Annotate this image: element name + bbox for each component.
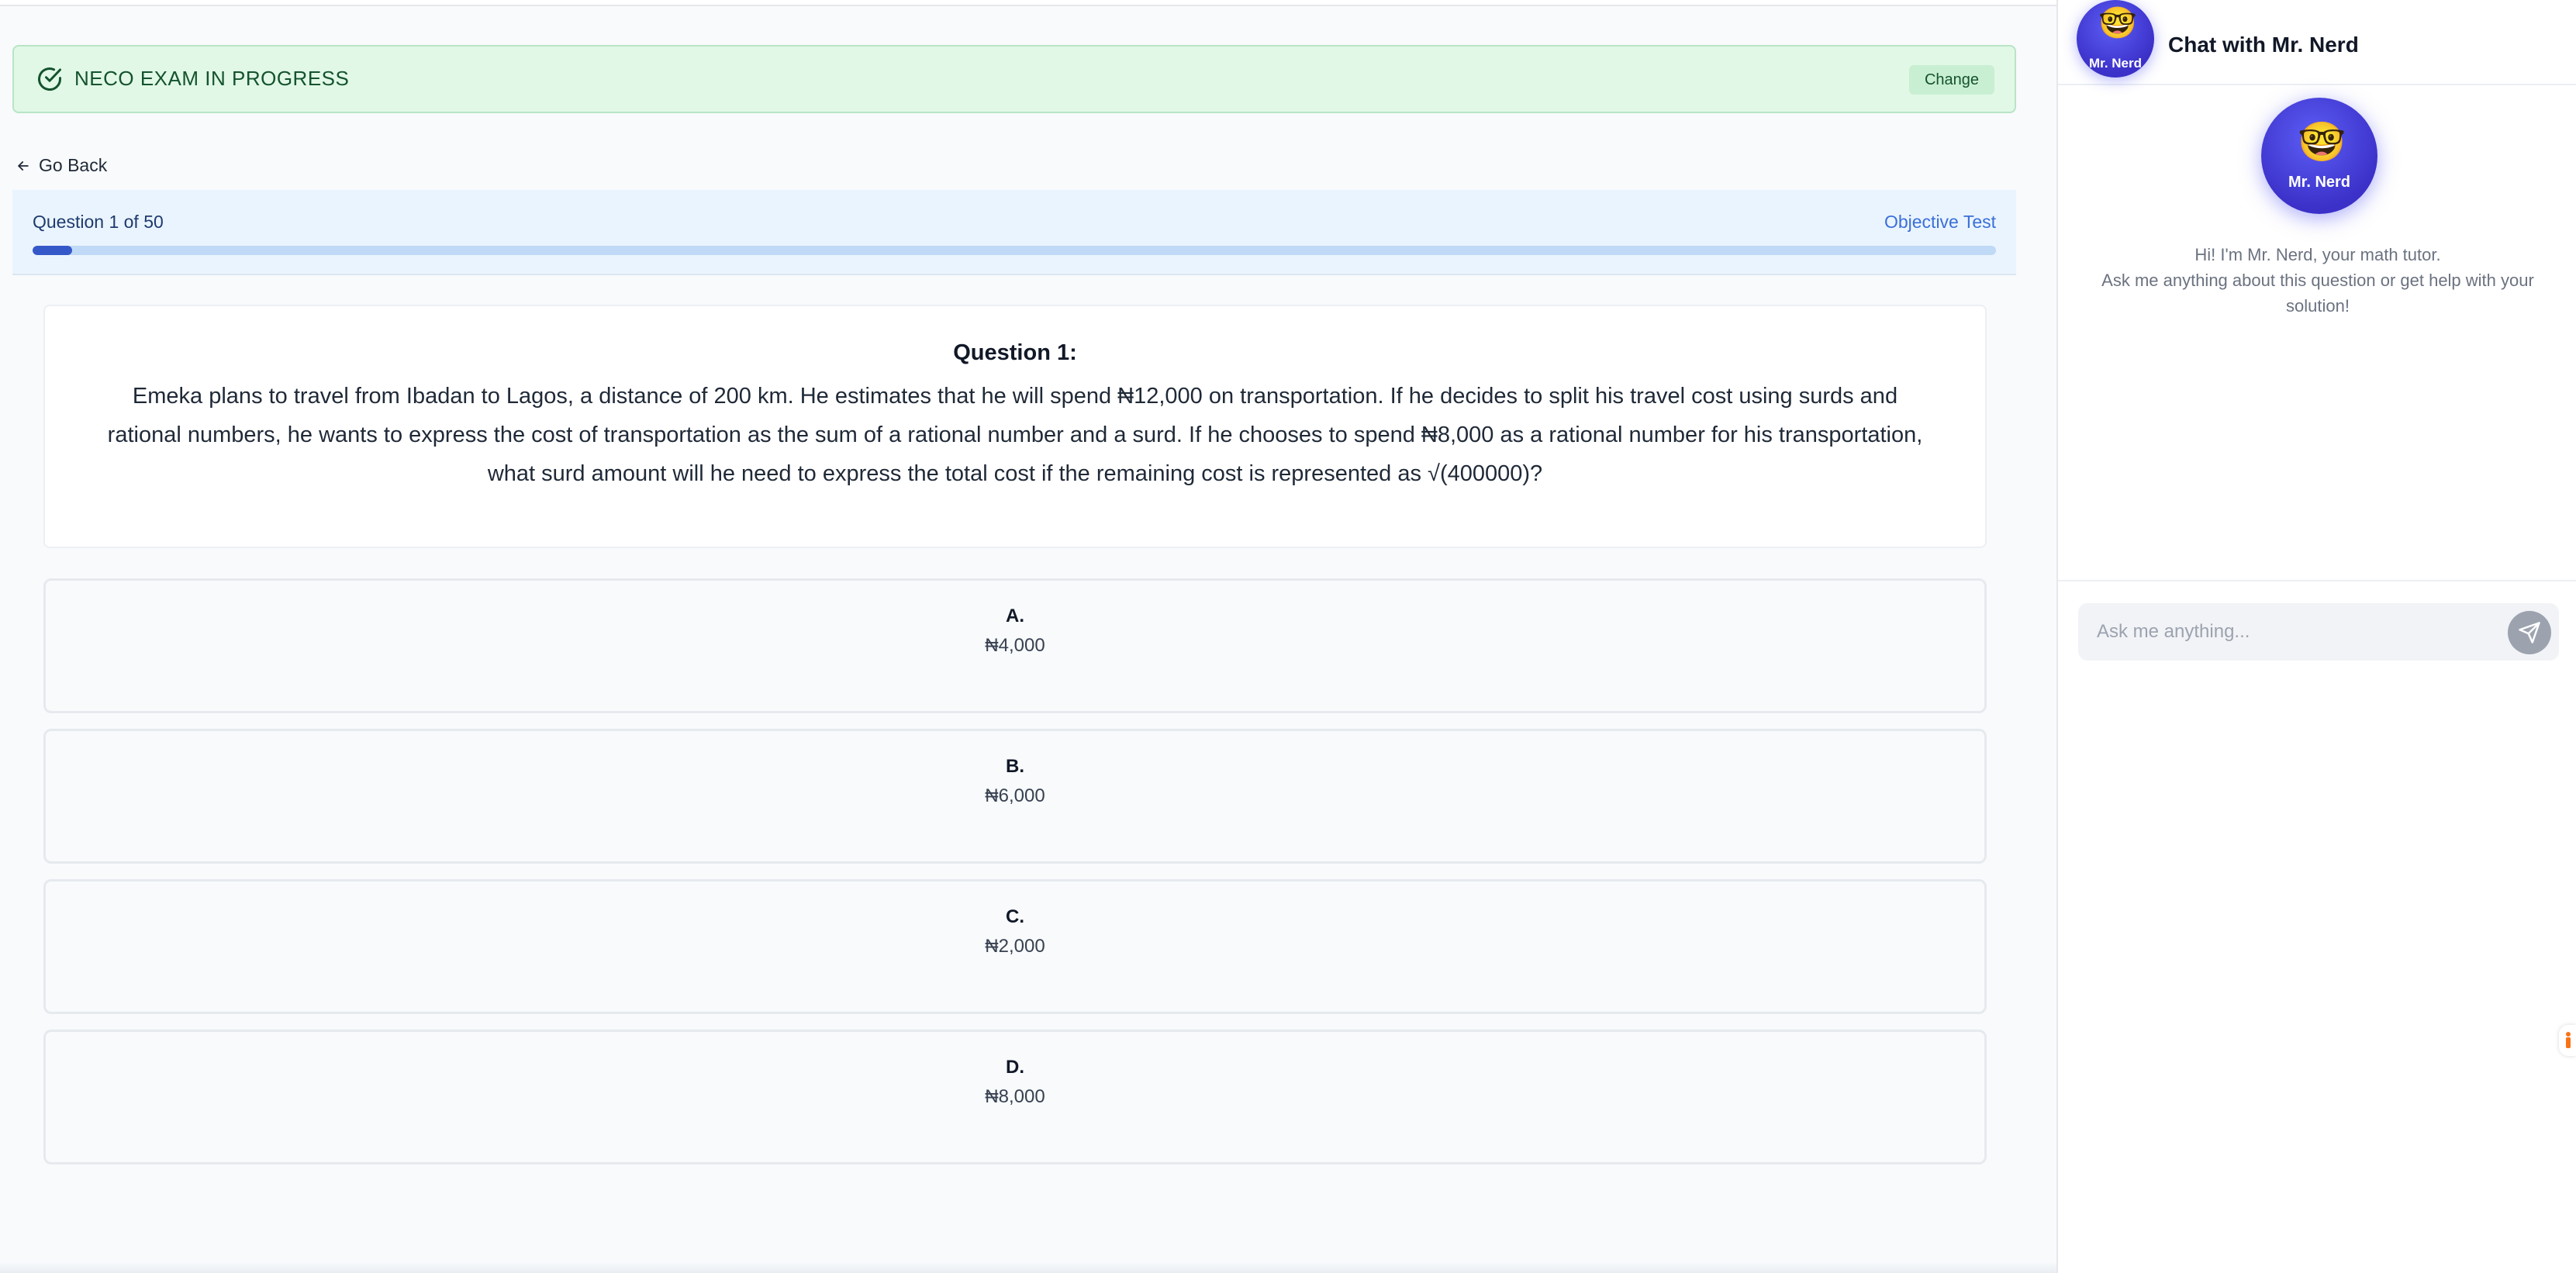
chat-header: 🤓 Mr. Nerd Chat with Mr. Nerd [2058,0,2576,85]
option-a[interactable]: A. ₦4,000 [43,578,1987,713]
tutor-avatar-small: 🤓 Mr. Nerd [2077,0,2154,78]
chat-panel: 🤓 Mr. Nerd Chat with Mr. Nerd 🤓 Mr. Nerd… [2056,0,2576,1273]
question-card: Question 1: Emeka plans to travel from I… [43,305,1987,548]
intro-line: Ask me anything about this question or g… [2101,271,2534,316]
option-value: ₦6,000 [985,785,1045,806]
option-value: ₦2,000 [985,936,1045,957]
arrow-left-icon [18,160,29,171]
go-back-link[interactable]: Go Back [16,155,107,176]
option-letter: C. [1006,906,1024,927]
exam-main-panel: NECO EXAM IN PROGRESS Change Go Back Que… [0,0,2056,1273]
option-letter: A. [1006,605,1024,626]
accessibility-widget[interactable] [2559,1025,2576,1056]
option-letter: B. [1006,756,1024,777]
option-letter: D. [1006,1057,1024,1078]
nerd-face-icon: 🤓 [2298,120,2346,164]
accessibility-icon [2566,1032,2571,1048]
progress-bar [33,246,1996,255]
option-d[interactable]: D. ₦8,000 [43,1030,1987,1164]
progress-bar-fill [33,246,72,255]
send-button[interactable] [2508,611,2551,654]
option-value: ₦4,000 [985,635,1045,656]
chat-title: Chat with Mr. Nerd [2168,33,2359,57]
tutor-avatar-large: 🤓 Mr. Nerd [2261,98,2377,214]
avatar-name: Mr. Nerd [2288,174,2351,191]
intro-line: Hi! I'm Mr. Nerd, your math tutor. [2194,245,2441,264]
send-icon [2519,622,2540,643]
exam-status-banner: NECO EXAM IN PROGRESS Change [12,45,2016,113]
change-exam-button[interactable]: Change [1908,65,1994,95]
exam-status-text: NECO EXAM IN PROGRESS [74,67,350,90]
test-type-label: Objective Test [1884,212,1996,232]
option-value: ₦8,000 [985,1086,1045,1107]
nerd-face-icon: 🤓 [2098,6,2137,40]
check-circle-icon [38,67,61,91]
chat-divider [2058,580,2576,581]
question-progress: Question 1 of 50 Objective Test [12,190,2016,275]
chat-input[interactable] [2078,603,2481,661]
option-b[interactable]: B. ₦6,000 [43,729,1987,864]
question-counter: Question 1 of 50 [33,212,164,232]
avatar-name: Mr. Nerd [2088,56,2143,71]
go-back-label: Go Back [39,155,108,175]
tutor-intro: Hi! I'm Mr. Nerd, your math tutor. Ask m… [2074,242,2562,319]
question-title: Question 1: [953,340,1077,365]
chat-composer [2078,603,2559,661]
option-c[interactable]: C. ₦2,000 [43,879,1987,1014]
question-text: Emeka plans to travel from Ibadan to Lag… [107,384,1923,486]
